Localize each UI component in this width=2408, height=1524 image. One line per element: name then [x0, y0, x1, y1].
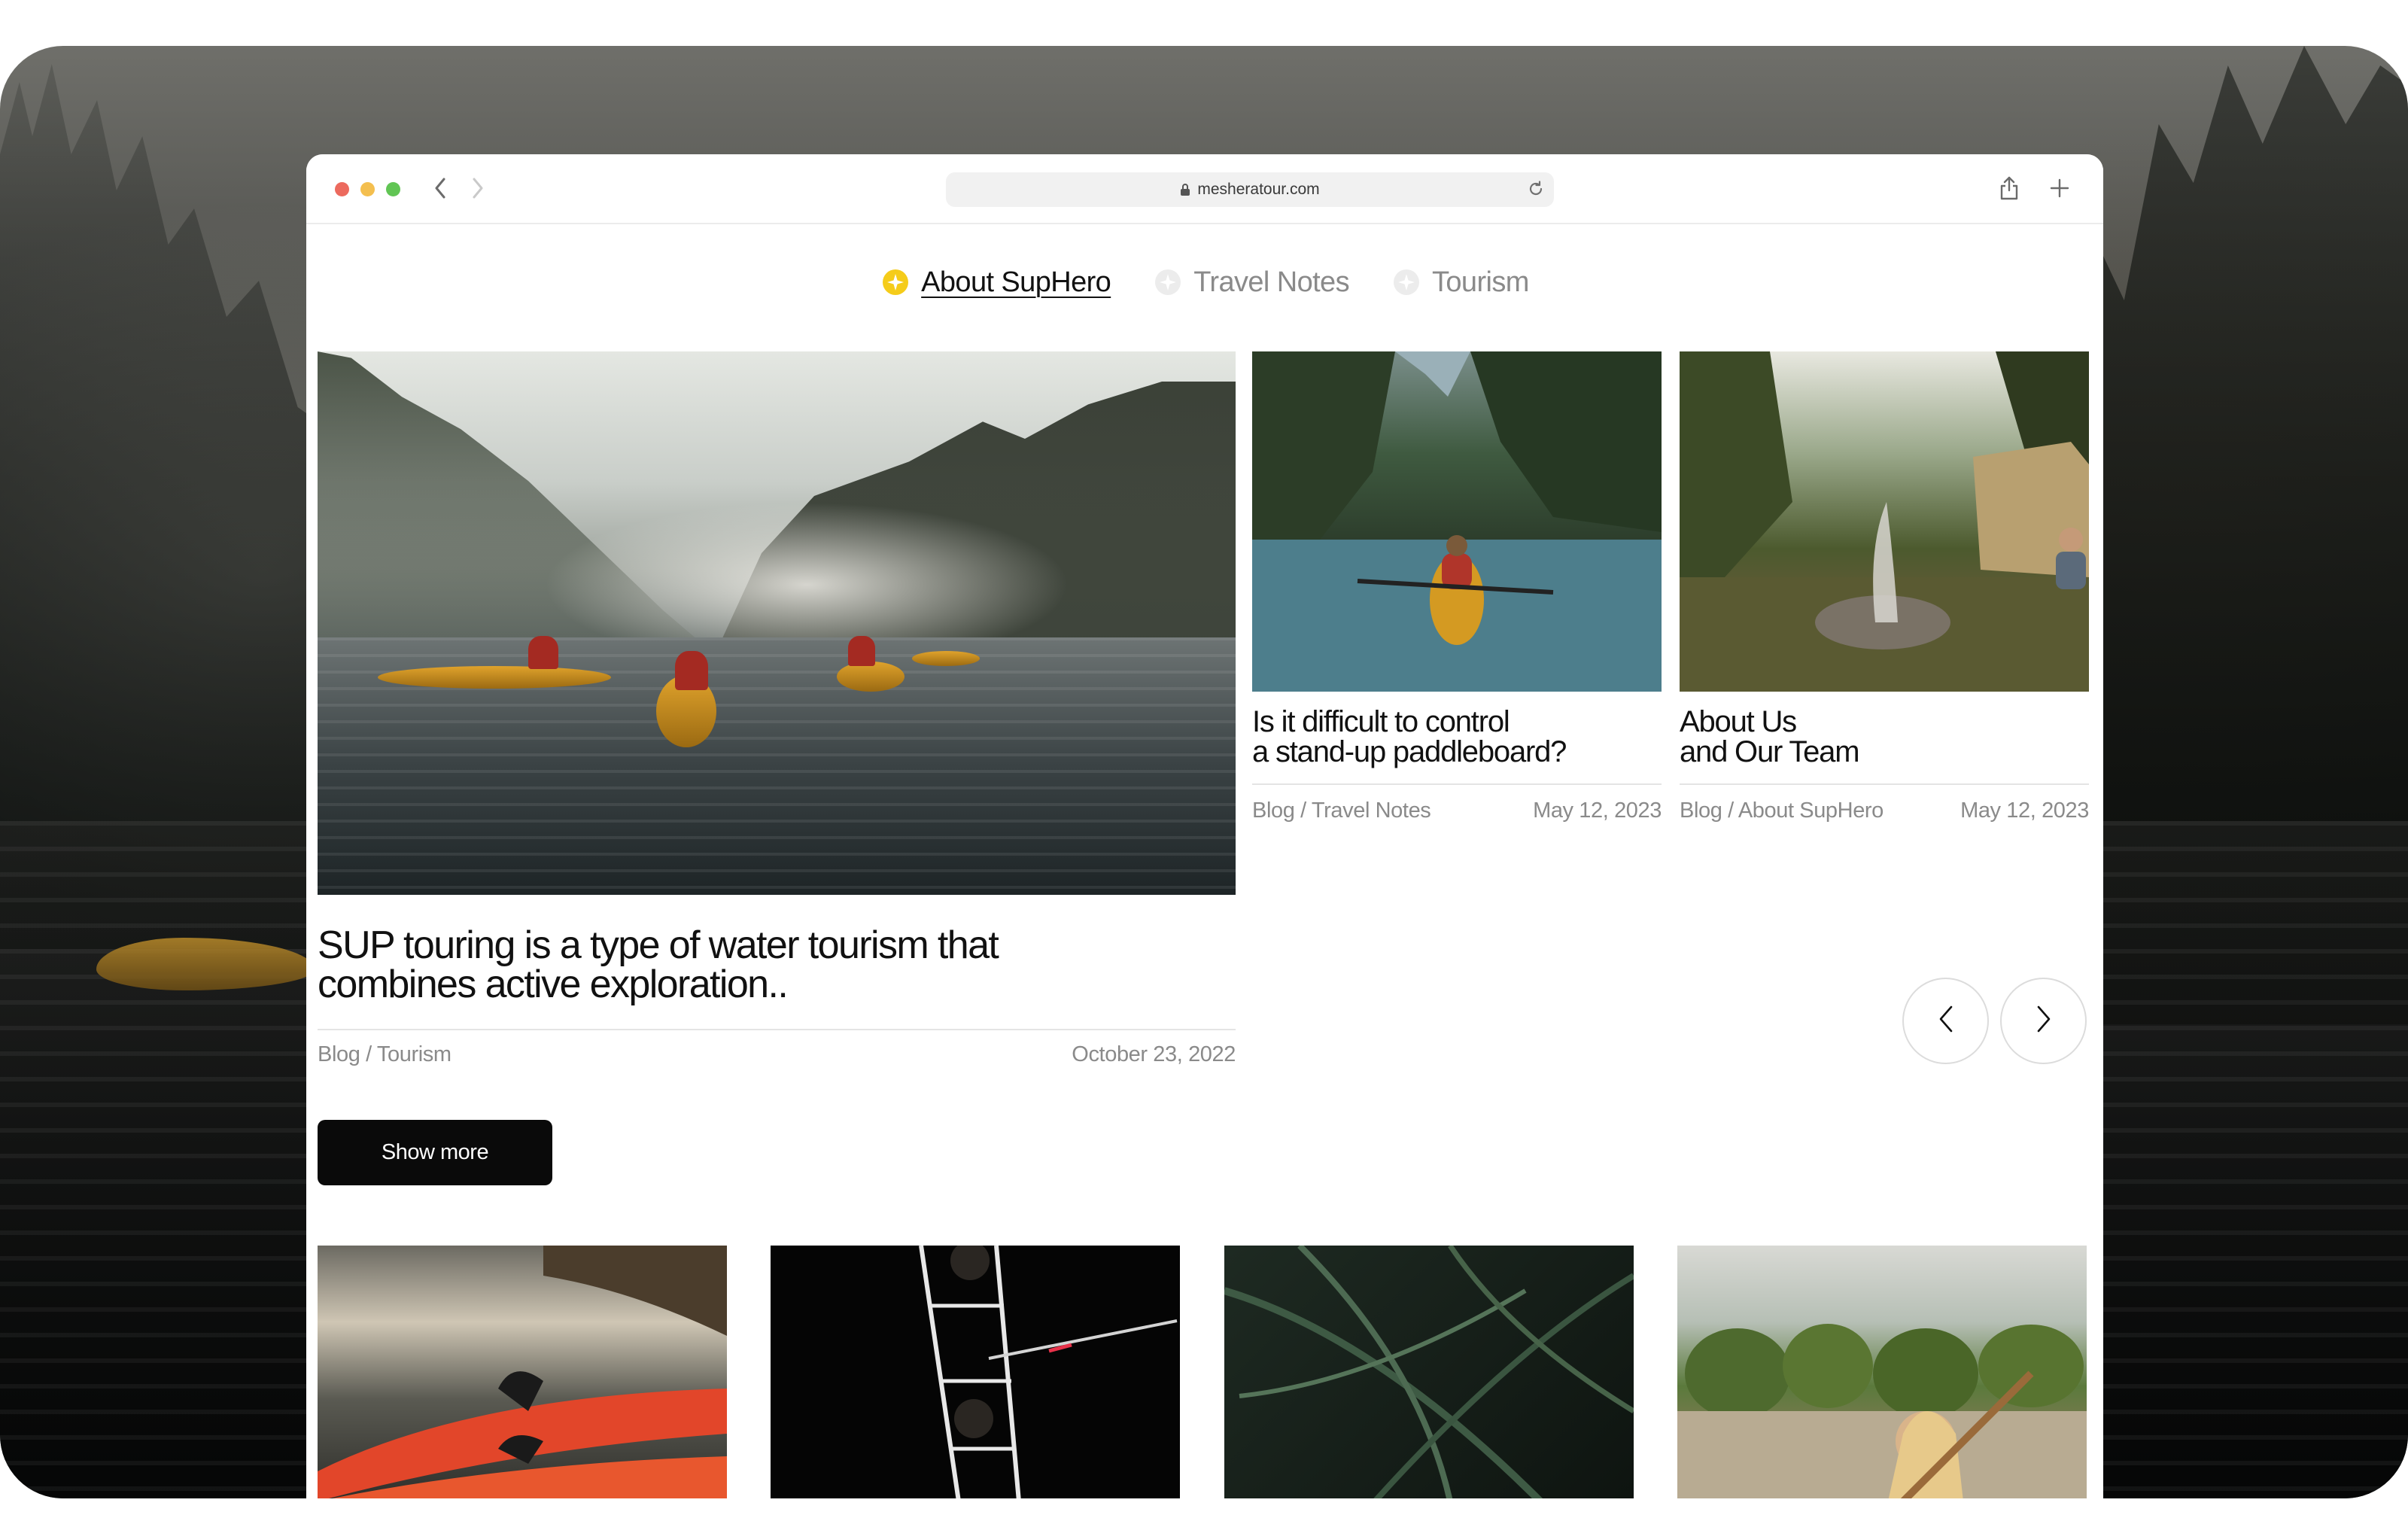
chevron-right-icon	[2036, 1005, 2051, 1036]
article-date: May 12, 2023	[1533, 799, 1662, 823]
url-text: mesheratour.com	[1197, 181, 1320, 198]
address-bar[interactable]: mesheratour.com	[946, 172, 1554, 207]
article-card-meta: Blog / Travel Notes May 12, 2023	[1252, 799, 1662, 823]
lock-icon	[1180, 183, 1190, 196]
category-tab-tourism[interactable]: Tourism	[1391, 266, 1529, 299]
featured-article-image[interactable]	[318, 351, 1236, 895]
divider	[318, 1029, 1236, 1030]
featured-title-line: SUP touring is a type of water tourism t…	[318, 923, 999, 967]
sun-icon	[880, 267, 911, 297]
article-card-meta: Blog / About SupHero May 12, 2023	[1680, 799, 2089, 823]
show-more-button[interactable]: Show more	[318, 1120, 552, 1185]
image-kayak	[912, 651, 980, 666]
chevron-left-icon[interactable]	[427, 175, 454, 202]
article-thumbnail[interactable]	[771, 1246, 1180, 1498]
article-category[interactable]: Blog / About SupHero	[1680, 799, 1884, 823]
category-tab-label: Tourism	[1432, 266, 1529, 298]
article-card-title[interactable]: Is it difficult to control a stand-up pa…	[1252, 707, 1662, 767]
minimize-window-button[interactable]	[360, 182, 375, 196]
card-title-line: and Our Team	[1680, 735, 1860, 768]
article-card[interactable]: Is it difficult to control a stand-up pa…	[1252, 351, 1662, 823]
category-nav: About SupHero Travel Notes Tourism	[306, 260, 2103, 305]
article-card[interactable]: About Us and Our Team Blog / About SupHe…	[1680, 351, 2089, 823]
image-kayak	[378, 666, 611, 689]
carousel-next-button[interactable]	[2000, 978, 2087, 1064]
article-thumbnail[interactable]	[1224, 1246, 1634, 1498]
article-date: May 12, 2023	[1960, 799, 2089, 823]
featured-title-line: combines active exploration..	[318, 963, 789, 1006]
browser-window: mesheratour.com About SupHero Travel Not…	[306, 154, 2103, 1498]
category-tab-label: Travel Notes	[1193, 266, 1349, 298]
article-card-image[interactable]	[1252, 351, 1662, 692]
card-title-line: a stand-up paddleboard?	[1252, 735, 1567, 768]
image-paddler	[675, 651, 708, 690]
plus-icon[interactable]	[2046, 175, 2073, 202]
share-icon[interactable]	[1996, 175, 2023, 202]
article-date: October 23, 2022	[1072, 1042, 1236, 1066]
article-category[interactable]: Blog / Travel Notes	[1252, 799, 1431, 823]
category-tab-about-suphero[interactable]: About SupHero	[880, 266, 1111, 299]
divider	[1680, 783, 2089, 785]
chevron-left-icon	[1938, 1005, 1953, 1036]
sun-icon	[1153, 267, 1183, 297]
chevron-right-icon[interactable]	[464, 175, 491, 202]
divider	[1252, 783, 1662, 785]
background-trees-left	[0, 64, 324, 949]
card-title-line: About Us	[1680, 705, 1797, 738]
article-category[interactable]: Blog / Tourism	[318, 1042, 451, 1067]
image-kayak	[837, 662, 905, 692]
article-card-image[interactable]	[1680, 351, 2089, 692]
close-window-button[interactable]	[335, 182, 349, 196]
category-tab-travel-notes[interactable]: Travel Notes	[1153, 266, 1350, 299]
sun-icon	[1391, 267, 1421, 297]
reload-icon[interactable]	[1527, 180, 1545, 202]
card-title-line: Is it difficult to control	[1252, 705, 1510, 738]
category-tab-label: About SupHero	[921, 266, 1111, 298]
image-paddler	[528, 636, 558, 669]
article-thumbnail[interactable]	[318, 1246, 727, 1498]
browser-toolbar: mesheratour.com	[306, 154, 2103, 224]
carousel-prev-button[interactable]	[1902, 978, 1989, 1064]
article-thumbnail[interactable]	[1677, 1246, 2087, 1498]
article-card-title[interactable]: About Us and Our Team	[1680, 707, 2089, 767]
zoom-window-button[interactable]	[386, 182, 400, 196]
image-paddler	[848, 636, 875, 666]
featured-article-title[interactable]: SUP touring is a type of water tourism t…	[318, 926, 1236, 1004]
featured-article-meta: Blog / Tourism October 23, 2022	[318, 1042, 1236, 1067]
